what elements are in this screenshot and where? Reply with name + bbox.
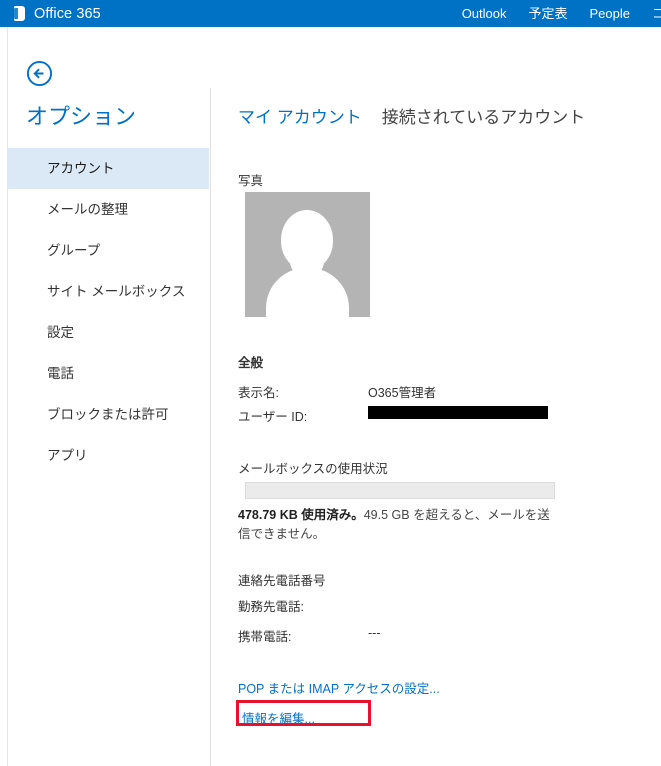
person-placeholder-icon[interactable]	[245, 192, 370, 317]
office-logo-icon	[12, 6, 27, 21]
contact-phone-label: 連絡先電話番号	[238, 574, 326, 588]
sidebar-item-apps[interactable]: アプリ	[8, 435, 209, 476]
sidebar-item-account[interactable]: アカウント	[8, 148, 209, 189]
page-title: オプション	[26, 104, 137, 129]
user-id-redaction-bar	[368, 406, 548, 419]
left-rail	[0, 27, 8, 766]
photo-section-label: 写真	[238, 174, 264, 188]
office365-brand[interactable]: Office 365	[12, 0, 101, 27]
pop-imap-settings-link[interactable]: POP または IMAP アクセスの設定...	[238, 678, 440, 697]
mailbox-used-value: 478.79 KB 使用済み。	[238, 508, 364, 522]
edit-information-link[interactable]: 情報を編集...	[242, 708, 315, 727]
sidebar-item-organize-mail[interactable]: メールの整理	[8, 189, 209, 230]
options-nav-list: アカウント メールの整理 グループ サイト メールボックス 設定 電話 ブロック…	[8, 148, 209, 476]
sidebar-content-divider	[210, 88, 211, 766]
brand-label: Office 365	[34, 5, 101, 22]
main-content: マイ アカウント 接続されているアカウント 写真 全般 表示名: O365管理者…	[236, 0, 661, 766]
sidebar-item-block-or-allow[interactable]: ブロックまたは許可	[8, 394, 209, 435]
sidebar-item-groups[interactable]: グループ	[8, 230, 209, 271]
user-id-key: ユーザー ID:	[238, 410, 308, 424]
mailbox-usage-progressbar	[245, 482, 555, 499]
tab-connected-accounts[interactable]: 接続されているアカウント	[382, 103, 586, 128]
mailbox-usage-text: 478.79 KB 使用済み。49.5 GB を超えると、メールを送信できません…	[238, 506, 556, 544]
sidebar-item-phone[interactable]: 電話	[8, 353, 209, 394]
account-tabs: マイ アカウント 接続されているアカウント	[238, 103, 585, 128]
display-name-key: 表示名:	[238, 386, 279, 400]
mobile-phone-key: 携帯電話:	[238, 630, 292, 644]
back-arrow-circle-icon[interactable]	[26, 60, 53, 87]
sidebar-item-settings[interactable]: 設定	[8, 312, 209, 353]
general-section-label: 全般	[238, 356, 264, 370]
tab-my-account[interactable]: マイ アカウント	[238, 103, 362, 128]
mobile-phone-value: ---	[368, 626, 381, 640]
work-phone-key: 勤務先電話:	[238, 600, 304, 614]
mailbox-usage-label: メールボックスの使用状況	[238, 462, 388, 476]
display-name-value: O365管理者	[368, 386, 437, 400]
sidebar-item-site-mailboxes[interactable]: サイト メールボックス	[8, 271, 209, 312]
